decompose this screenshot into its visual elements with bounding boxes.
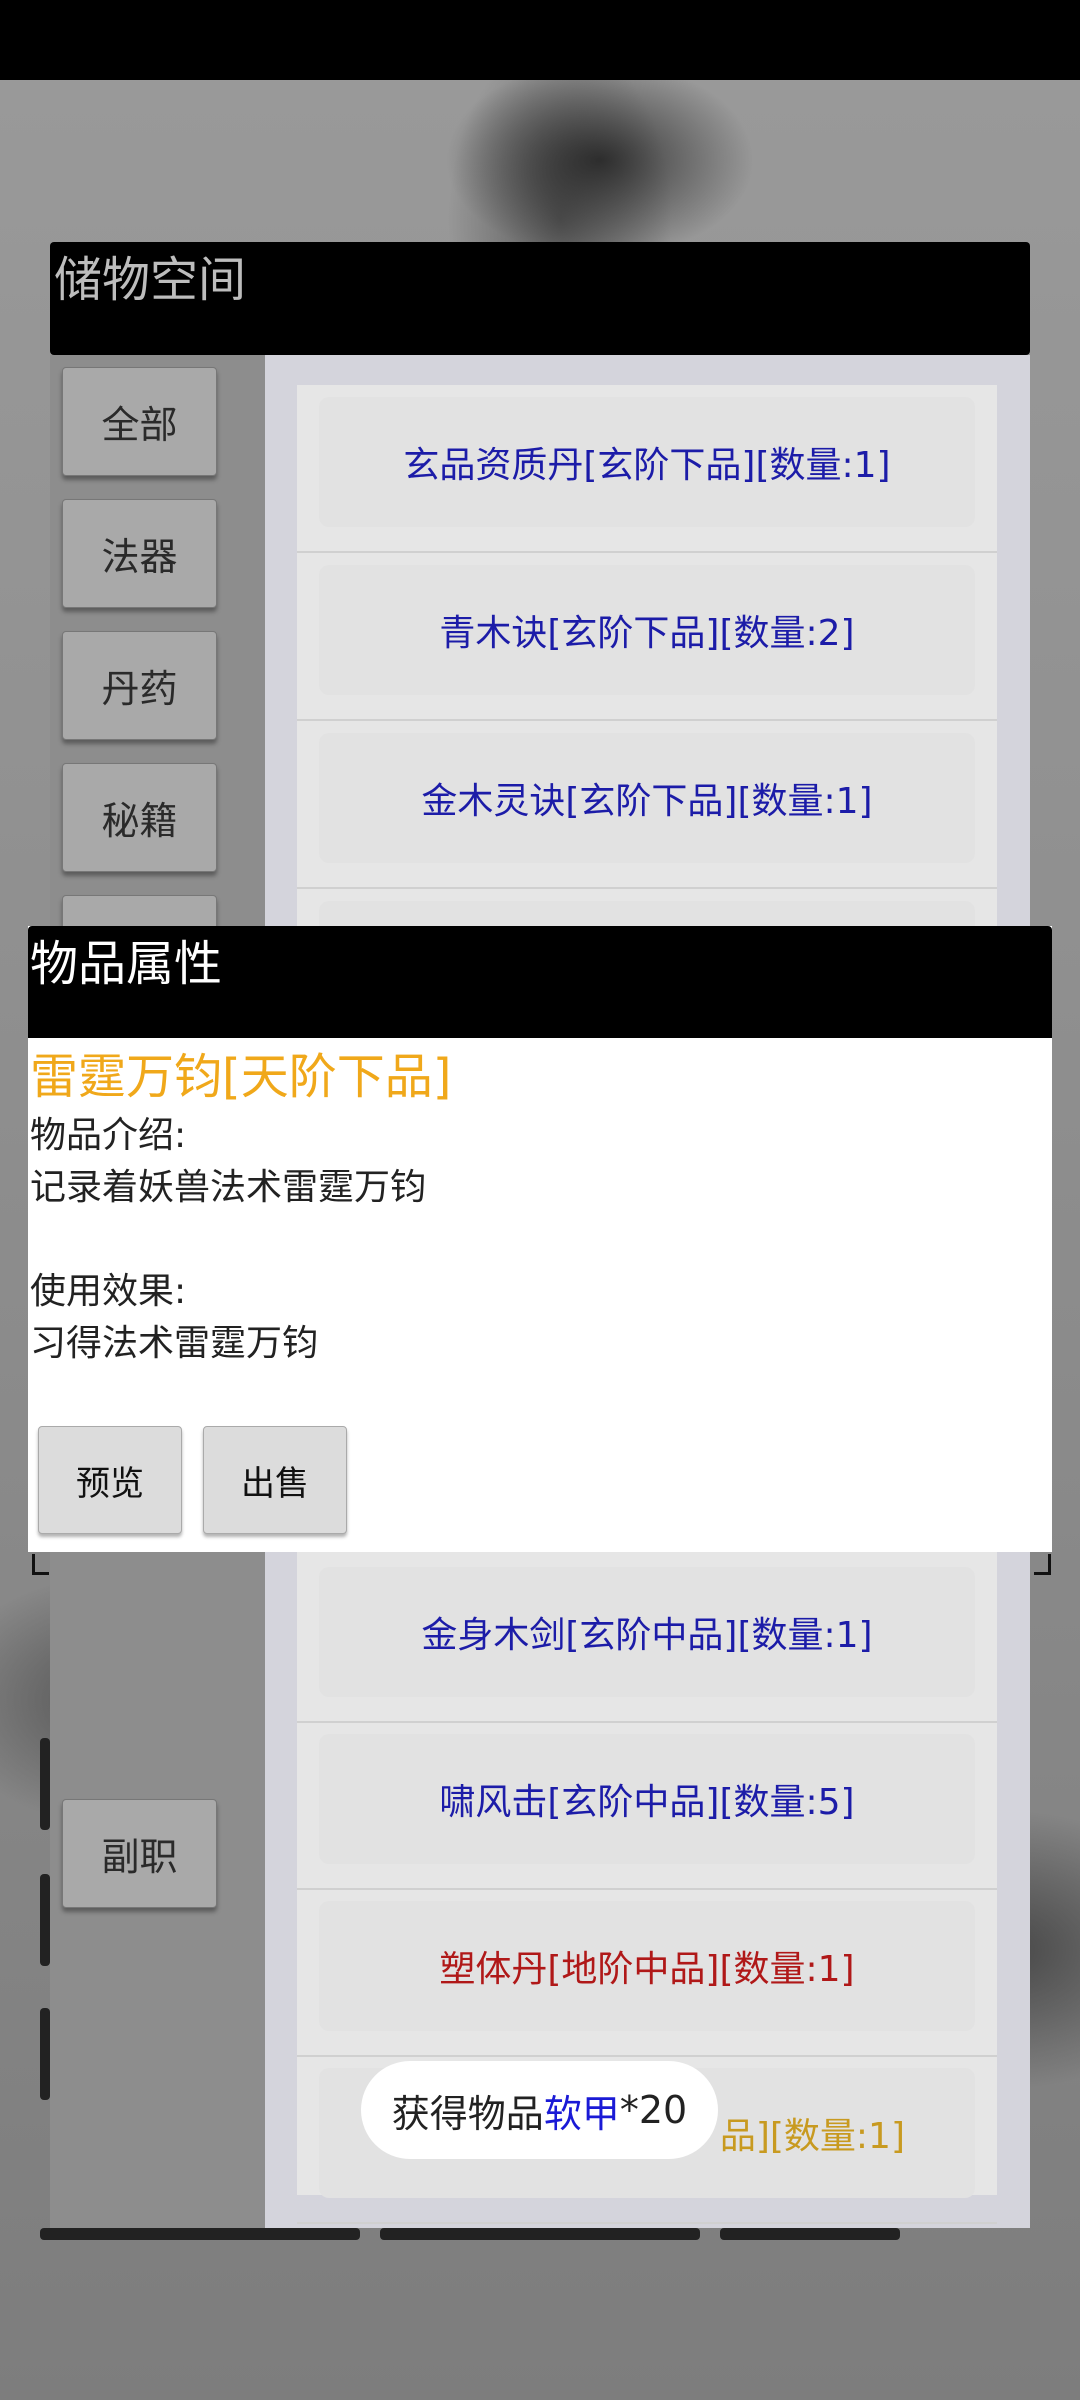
category-all-button[interactable]: 全部: [62, 367, 217, 476]
list-item[interactable]: 玄品资质丹[玄阶下品][数量:1]: [297, 385, 997, 553]
list-item[interactable]: 青木诀[玄阶下品][数量:2]: [297, 553, 997, 721]
list-item[interactable]: 金木灵诀[玄阶下品][数量:1]: [297, 721, 997, 889]
frame-corner-right: [1034, 1554, 1051, 1575]
toast-message: 获得物品 软甲 *20: [361, 2061, 718, 2159]
category-side-job-button[interactable]: 副职: [62, 1799, 217, 1908]
background-shape: [380, 2228, 700, 2240]
category-pill-button[interactable]: 丹药: [62, 631, 217, 740]
background-shape: [40, 1874, 50, 1966]
item-label: 青木诀[玄阶下品][数量:2]: [319, 565, 975, 695]
background-shape: [40, 1738, 50, 1830]
toast-suffix: *20: [619, 2088, 688, 2132]
item-name: 雷霆万钧[天阶下品]: [30, 1049, 452, 1105]
dialog-title: 物品属性: [30, 936, 223, 992]
frame-corner-left: [32, 1554, 49, 1575]
intro-label: 物品介绍:: [30, 1115, 187, 1156]
intro-text: 记录着妖兽法术雷霆万钧: [30, 1167, 427, 1208]
list-item[interactable]: 金身木剑[玄阶中品][数量:1]: [297, 1555, 997, 1723]
toast-prefix: 获得物品: [391, 2091, 544, 2136]
item-label: 玄品资质丹[玄阶下品][数量:1]: [319, 397, 975, 527]
dialog-header: 物品属性: [28, 926, 1052, 1038]
category-artifact-button[interactable]: 法器: [62, 499, 217, 608]
item-label: 塑体丹[地阶中品][数量:1]: [319, 1901, 975, 2031]
effect-text: 习得法术雷霆万钧: [30, 1323, 319, 1364]
background-shape: [720, 2228, 900, 2240]
list-item[interactable]: 啸风击[玄阶中品][数量:5]: [297, 1722, 997, 1890]
background-shape: [40, 2228, 360, 2240]
sell-button[interactable]: 出售: [203, 1426, 347, 1534]
category-manual-button[interactable]: 秘籍: [62, 763, 217, 872]
preview-button[interactable]: 预览: [38, 1426, 182, 1534]
item-label: 啸风击[玄阶中品][数量:5]: [319, 1734, 975, 1864]
storage-title: 储物空间: [54, 252, 247, 308]
item-properties-dialog: 物品属性 雷霆万钧[天阶下品] 物品介绍: 记录着妖兽法术雷霆万钧 使用效果: …: [28, 926, 1052, 1552]
background-shape: [40, 2008, 50, 2100]
item-label: 金身木剑[玄阶中品][数量:1]: [319, 1567, 975, 1697]
status-bar: [0, 0, 1080, 80]
storage-header: 储物空间: [50, 242, 1030, 355]
list-item[interactable]: 塑体丹[地阶中品][数量:1]: [297, 1889, 997, 2057]
effect-label: 使用效果:: [30, 1271, 187, 1312]
item-label: 金木灵诀[玄阶下品][数量:1]: [319, 733, 975, 863]
toast-item: 软甲: [543, 2091, 620, 2136]
